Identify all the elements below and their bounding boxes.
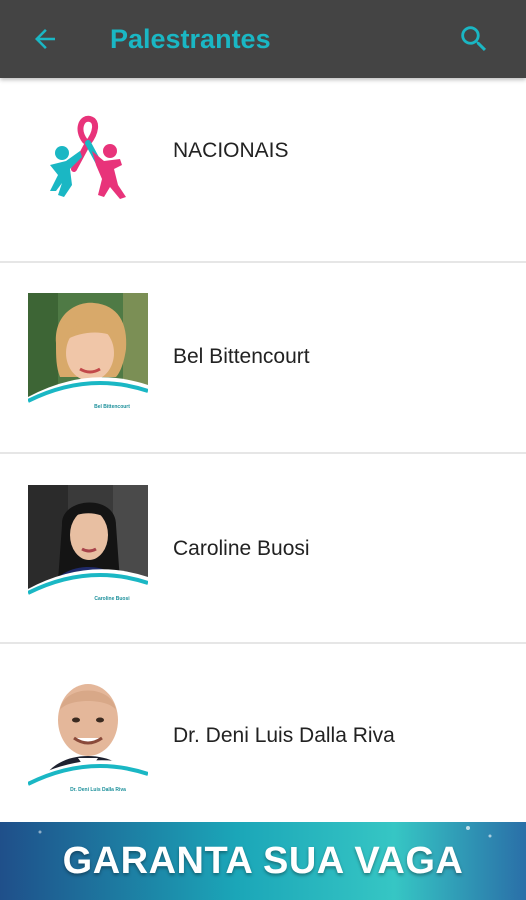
app-screen: Palestrantes NACIONAIS Bel Bittencourt B… [0, 0, 526, 900]
speaker-name: Bel Bittencourt [173, 345, 310, 368]
search-icon [461, 26, 487, 52]
speaker-photo: Dr. Deni Luis Dalla Riva [28, 676, 148, 796]
photo-caption: Dr. Deni Luis Dalla Riva [70, 787, 126, 793]
list-item-bel-bittencourt[interactable]: Bel Bittencourt Bel Bittencourt [0, 263, 526, 452]
back-button[interactable] [25, 19, 65, 59]
speaker-photo: Bel Bittencourt [28, 293, 148, 413]
banner-text: GARANTA SUA VAGA [62, 840, 464, 882]
page-title: Palestrantes [110, 24, 271, 54]
app-toolbar: Palestrantes [0, 0, 526, 78]
nacionais-logo [30, 111, 140, 221]
list-item-deni-luis-dalla-riva[interactable]: Dr. Deni Luis Dalla Riva Dr. Deni Luis D… [0, 644, 526, 822]
photo-caption: Caroline Buosi [94, 596, 130, 602]
search-button[interactable] [454, 19, 494, 59]
promo-banner[interactable]: GARANTA SUA VAGA [0, 822, 526, 900]
speaker-photo: Caroline Buosi [28, 485, 148, 605]
list-item-caroline-buosi[interactable]: Caroline Buosi Caroline Buosi [0, 454, 526, 642]
speaker-name: NACIONAIS [173, 139, 289, 162]
photo-caption: Bel Bittencourt [94, 404, 130, 410]
arrow-left-icon [35, 29, 55, 49]
speaker-name: Dr. Deni Luis Dalla Riva [173, 724, 395, 747]
speaker-name: Caroline Buosi [173, 537, 310, 560]
list-item-nacionais[interactable]: NACIONAIS [0, 78, 526, 261]
